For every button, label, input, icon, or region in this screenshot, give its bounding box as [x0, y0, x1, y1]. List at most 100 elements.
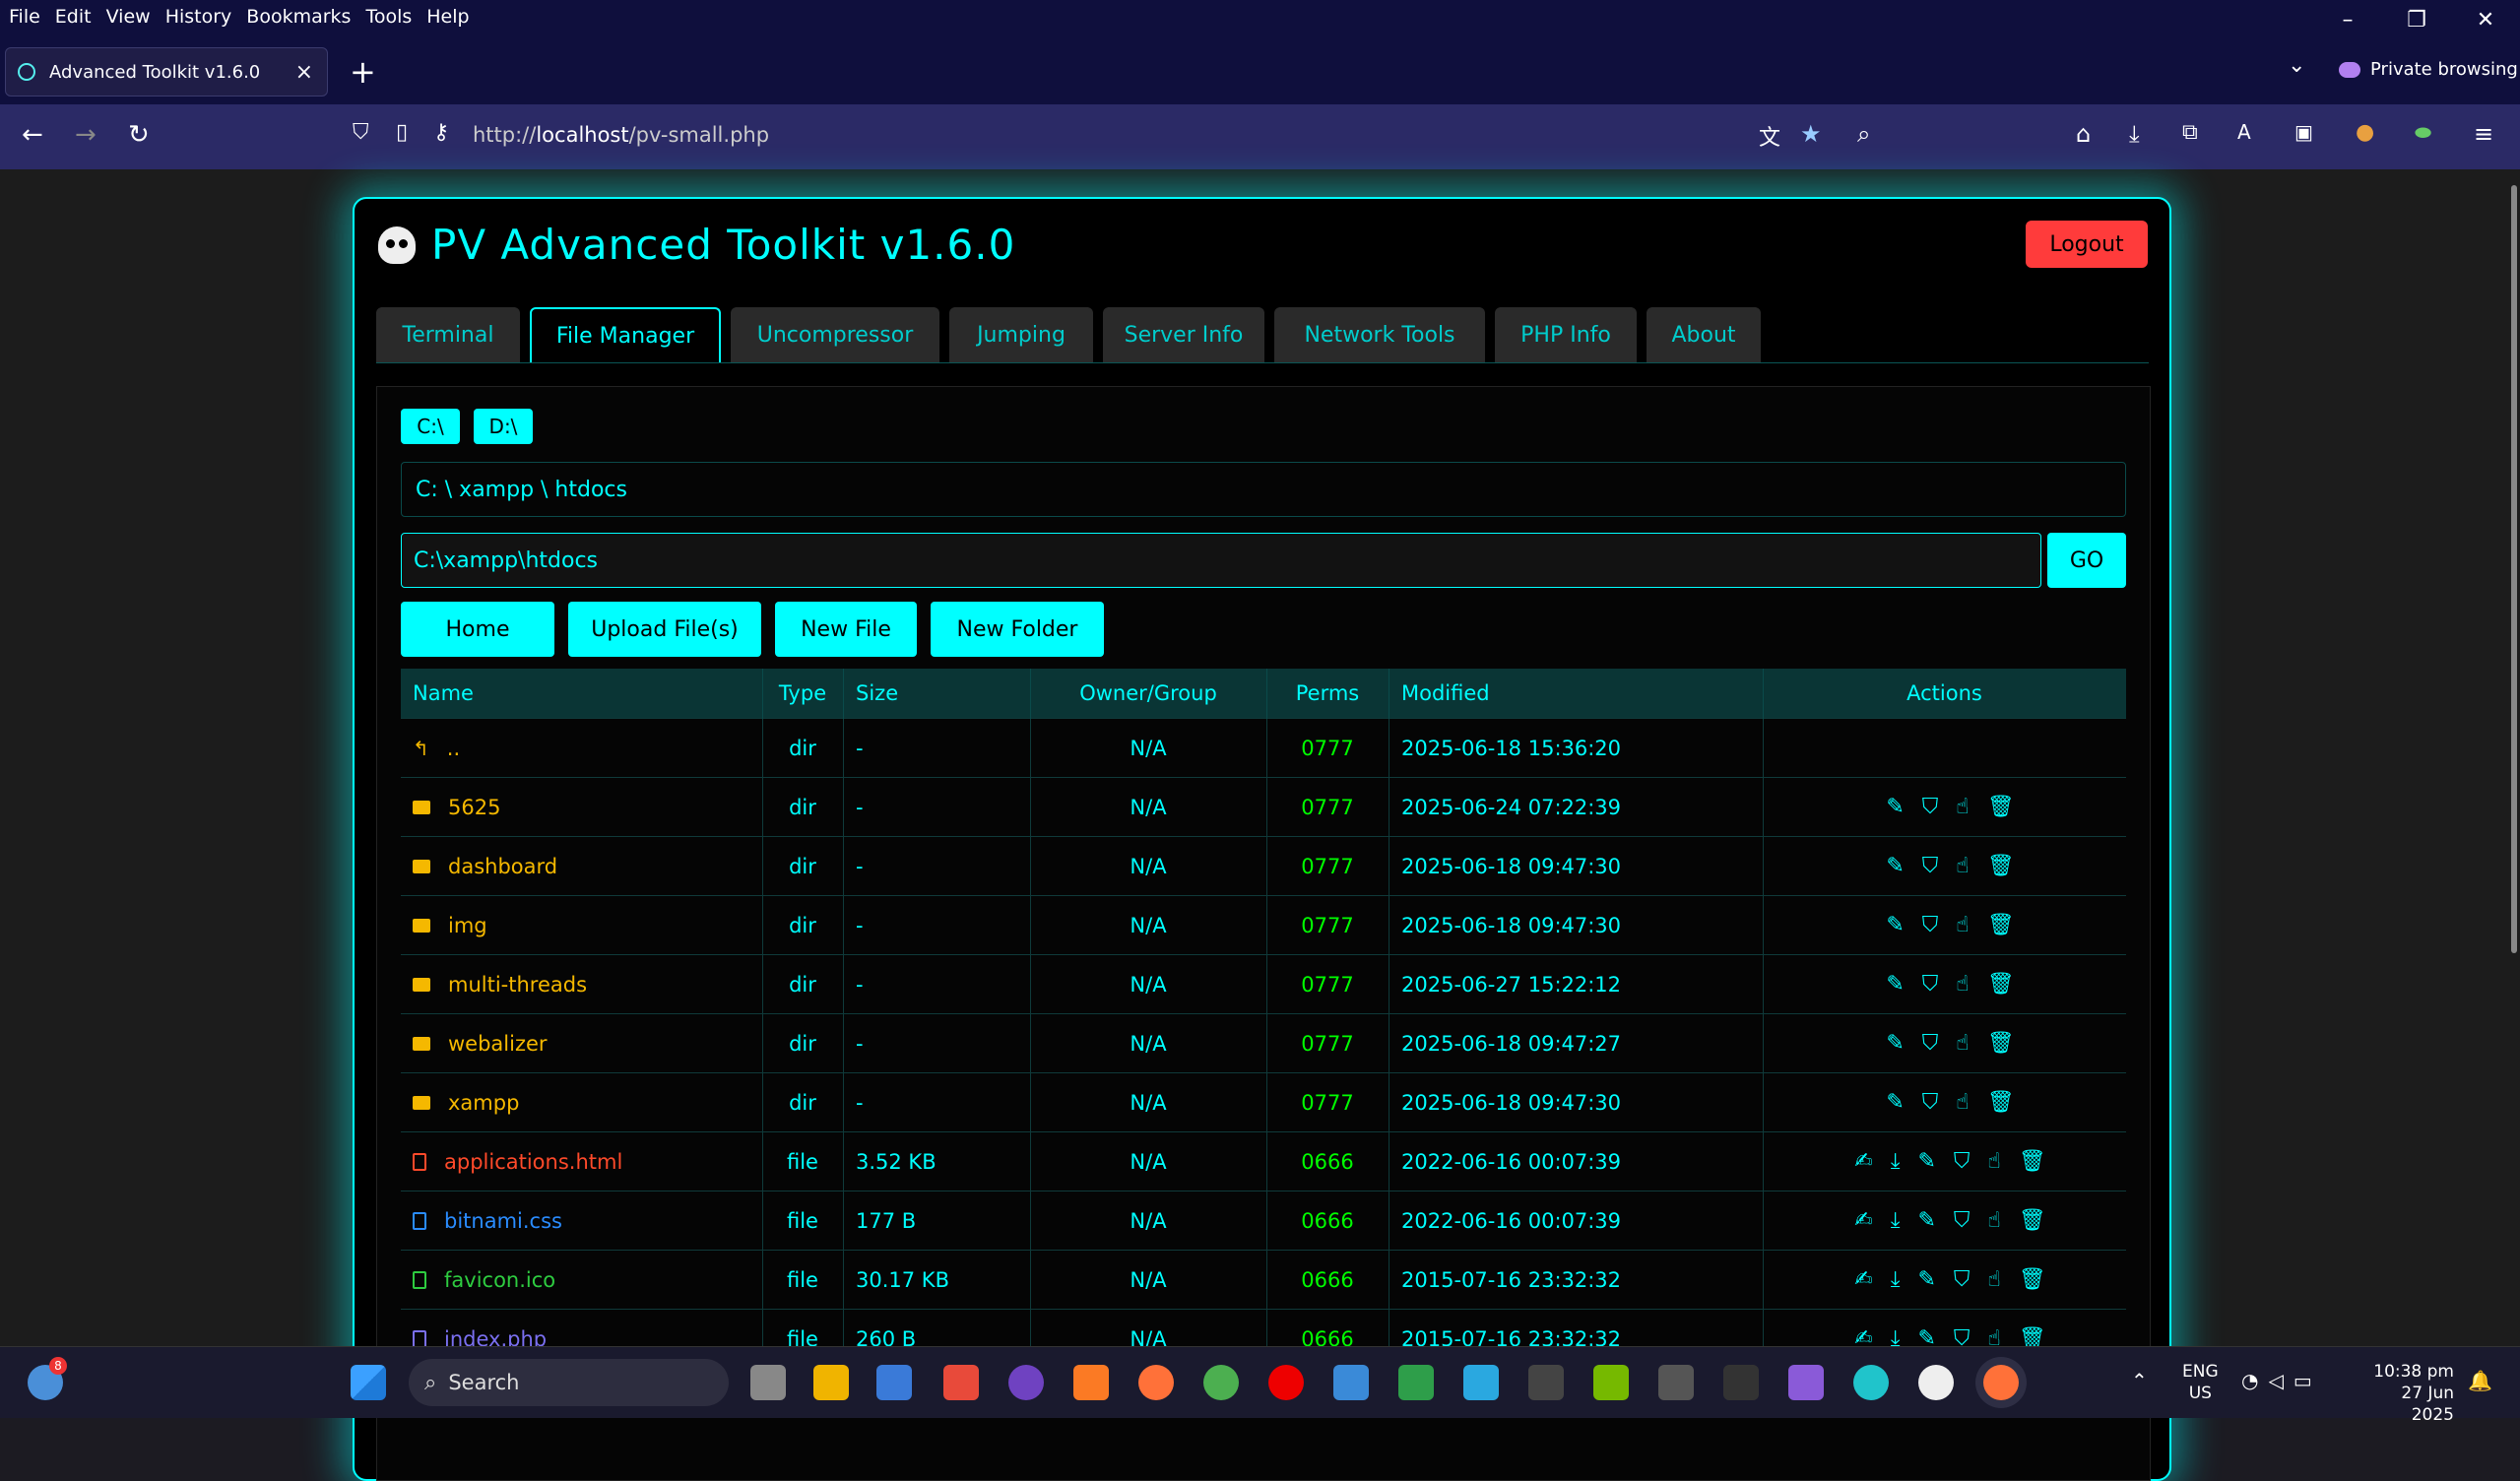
terminal-icon[interactable]	[1723, 1365, 1759, 1400]
start-icon[interactable]	[351, 1365, 386, 1400]
touch-icon[interactable]: ☝	[1956, 972, 1969, 997]
tab-close-icon[interactable]: ×	[295, 60, 313, 85]
rename-icon[interactable]: ✎	[1886, 795, 1904, 819]
menu-file[interactable]: File	[9, 6, 40, 28]
cell-perms[interactable]: 0666	[1266, 1250, 1389, 1310]
back-icon[interactable]: ←	[22, 120, 43, 150]
edit-content-icon[interactable]: ✍	[1854, 1149, 1872, 1174]
extension-icon[interactable]: ▣	[2294, 120, 2313, 144]
cell-name[interactable]: img	[401, 895, 763, 955]
chmod-shield-icon[interactable]: ⛉	[1954, 1267, 1971, 1292]
cell-name[interactable]: applications.html	[401, 1131, 763, 1191]
delete-icon[interactable]: 🗑	[1987, 854, 2015, 878]
cell-perms[interactable]: 0777	[1266, 836, 1389, 896]
edit-content-icon[interactable]: ✍	[1854, 1208, 1872, 1233]
reload-icon[interactable]: ↻	[128, 120, 150, 150]
column-modified[interactable]: Modified	[1389, 669, 1764, 719]
file-explorer-icon[interactable]	[813, 1365, 849, 1400]
tab-network-tools[interactable]: Network Tools	[1274, 307, 1485, 362]
cell-name[interactable]: webalizer	[401, 1013, 763, 1073]
tray-chevron-icon[interactable]: ⌃	[2131, 1369, 2148, 1392]
chmod-shield-icon[interactable]: ⛉	[1922, 1090, 1939, 1115]
cell-name[interactable]: favicon.ico	[401, 1250, 763, 1310]
touch-icon[interactable]: ☝	[1956, 1090, 1969, 1115]
new-tab-icon[interactable]: +	[350, 53, 376, 91]
delete-icon[interactable]: 🗑	[1987, 795, 2015, 819]
download-icon[interactable]: ⤓	[1891, 1267, 1901, 1292]
cell-name[interactable]: ↰..	[401, 718, 763, 778]
firefox-icon[interactable]	[1138, 1365, 1174, 1400]
file-name-link[interactable]: img	[448, 914, 487, 937]
column-type[interactable]: Type	[762, 669, 844, 719]
delete-icon[interactable]: 🗑	[1987, 1031, 2015, 1056]
store-icon[interactable]	[876, 1365, 912, 1400]
touch-icon[interactable]: ☝	[1956, 1031, 1969, 1056]
nvidia-icon[interactable]	[1593, 1365, 1629, 1400]
new-folder-button[interactable]: New Folder	[931, 602, 1104, 657]
xampp-icon[interactable]	[1073, 1365, 1109, 1400]
logout-button[interactable]: Logout	[2026, 221, 2148, 268]
clapper-icon[interactable]	[1788, 1365, 1824, 1400]
translator-extension-icon[interactable]: A	[2237, 120, 2251, 144]
chmod-shield-icon[interactable]: ⛉	[1922, 795, 1939, 819]
extensions-icon[interactable]: ⧉	[2182, 120, 2198, 145]
touch-icon[interactable]: ☝	[1956, 854, 1969, 878]
column-name[interactable]: Name	[401, 669, 763, 719]
rename-icon[interactable]: ✎	[1886, 1031, 1904, 1056]
language-indicator[interactable]: ENG US	[2182, 1361, 2219, 1404]
tab-list-chevron-icon[interactable]: ⌄	[2288, 53, 2305, 78]
tab-php-info[interactable]: PHP Info	[1495, 307, 1637, 362]
file-name-link[interactable]: 5625	[448, 796, 500, 819]
drive-d-button[interactable]: D:\	[474, 409, 533, 444]
cookie-icon[interactable]: ●	[2356, 120, 2374, 145]
hamburger-menu-icon[interactable]: ≡	[2474, 120, 2493, 148]
tab-about[interactable]: About	[1647, 307, 1761, 362]
cell-name[interactable]: multi-threads	[401, 954, 763, 1014]
tab-uncompressor[interactable]: Uncompressor	[731, 307, 939, 362]
delete-icon[interactable]: 🗑	[1987, 913, 2015, 937]
translate-icon[interactable]: 文	[1759, 120, 1780, 152]
github-icon[interactable]	[1008, 1365, 1044, 1400]
cell-perms[interactable]: 0777	[1266, 954, 1389, 1014]
column-perms[interactable]: Perms	[1266, 669, 1389, 719]
file-name-link[interactable]: favicon.ico	[444, 1268, 555, 1292]
task-view-icon[interactable]	[750, 1365, 786, 1400]
predator-icon[interactable]	[1528, 1365, 1564, 1400]
chmod-shield-icon[interactable]: ⛉	[1922, 854, 1939, 878]
chmod-shield-icon[interactable]: ⛉	[1954, 1208, 1971, 1233]
clock[interactable]: 10:38 pm 27 Jun 2025	[2359, 1361, 2454, 1426]
cell-perms[interactable]: 0777	[1266, 718, 1389, 778]
rename-icon[interactable]: ✎	[1886, 854, 1904, 878]
file-name-link[interactable]: xampp	[448, 1091, 519, 1115]
browser-tab[interactable]: Advanced Toolkit v1.6.0 ×	[5, 47, 328, 97]
firefox-active-icon[interactable]	[1983, 1365, 2019, 1400]
drive-c-button[interactable]: C:\	[401, 409, 460, 444]
key-icon[interactable]: ⚷	[433, 120, 449, 145]
file-name-link[interactable]: bitnami.css	[444, 1209, 562, 1233]
forward-icon[interactable]: →	[75, 120, 97, 150]
chmod-shield-icon[interactable]: ⛉	[1922, 1031, 1939, 1056]
tab-terminal[interactable]: Terminal	[376, 307, 520, 362]
kali-icon[interactable]	[1658, 1365, 1694, 1400]
upload-files-button[interactable]: Upload File(s)	[568, 602, 761, 657]
menu-edit[interactable]: Edit	[55, 6, 92, 28]
file-name-link[interactable]: webalizer	[448, 1032, 548, 1056]
bookmark-star-icon[interactable]: ★	[1800, 120, 1822, 148]
cell-perms[interactable]: 0777	[1266, 1013, 1389, 1073]
file-name-link[interactable]: dashboard	[448, 855, 557, 878]
canva-icon[interactable]	[1853, 1365, 1889, 1400]
download-icon[interactable]: ⤓	[1891, 1208, 1901, 1233]
tab-jumping[interactable]: Jumping	[949, 307, 1093, 362]
rename-icon[interactable]: ✎	[1886, 913, 1904, 937]
app-ring-icon[interactable]	[1918, 1365, 1954, 1400]
rename-icon[interactable]: ✎	[1886, 1090, 1904, 1115]
rename-icon[interactable]: ✎	[1917, 1208, 1935, 1233]
rename-icon[interactable]: ✎	[1886, 972, 1904, 997]
home-icon[interactable]: ⌂	[2076, 120, 2091, 148]
page-icon[interactable]: ▯	[396, 120, 408, 145]
menu-tools[interactable]: Tools	[365, 6, 412, 28]
touch-icon[interactable]: ☝	[1956, 913, 1969, 937]
file-name-link[interactable]: ..	[447, 737, 460, 760]
toggle-extension-icon[interactable]: ⬬	[2415, 120, 2431, 144]
touch-icon[interactable]: ☝	[1987, 1149, 2000, 1174]
